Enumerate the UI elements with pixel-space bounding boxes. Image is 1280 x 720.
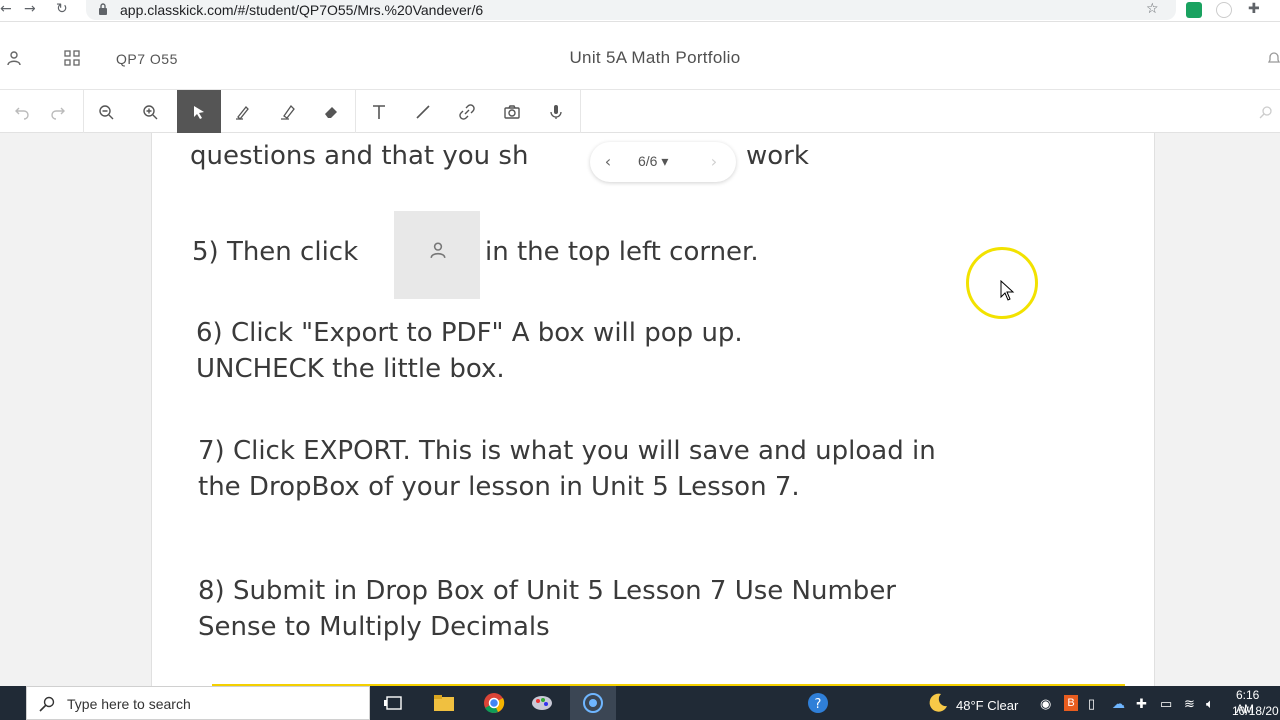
step-8-line-1: 8) Submit in Drop Box of Unit 5 Lesson 7… (198, 576, 897, 606)
zoom-out-icon (99, 104, 114, 119)
tray-network-cloud-icon[interactable]: ☁ (1112, 696, 1125, 712)
microphone-tool-button[interactable] (534, 90, 578, 133)
tray-circle-icon[interactable]: ◉ (1040, 696, 1051, 712)
browser-bar: ← → ↻ app.classkick.com/#/student/QP7O55… (0, 0, 1280, 22)
page-count-dropdown[interactable]: 6/6 ▾ (638, 153, 668, 170)
back-icon[interactable]: ← (0, 1, 12, 17)
pointer-icon (194, 105, 204, 119)
link-tool-button[interactable] (445, 90, 489, 133)
url-text: app.classkick.com/#/student/QP7O55/Mrs.%… (120, 2, 484, 18)
active-app-highlight[interactable] (570, 686, 616, 720)
lock-icon (99, 3, 107, 15)
pointer-tool-button[interactable] (177, 90, 221, 133)
extensions-puzzle-icon[interactable]: ✚ (1248, 1, 1260, 17)
zoom-in-button[interactable] (128, 90, 172, 133)
tray-file-icon[interactable]: ▯ (1088, 696, 1095, 712)
mouse-cursor-icon (1000, 280, 1015, 301)
step-6-line-1: 6) Click "Export to PDF" A box will pop … (196, 318, 743, 348)
camera-icon (504, 104, 520, 119)
step-6-line-2: UNCHECK the little box. (196, 354, 505, 384)
pen-tool-button[interactable] (221, 90, 265, 133)
search-tool-button[interactable] (1244, 90, 1280, 133)
toolbar-divider (580, 90, 581, 133)
file-explorer-icon[interactable] (432, 691, 456, 715)
user-icon-image (394, 211, 480, 299)
text-tool-button[interactable] (357, 90, 401, 133)
chrome-icon[interactable] (482, 691, 506, 715)
extension-green-icon[interactable] (1186, 2, 1202, 18)
zoom-in-icon (143, 104, 158, 119)
eraser-icon (325, 106, 337, 118)
reload-icon[interactable]: ↻ (56, 1, 68, 17)
highlighter-tool-button[interactable] (266, 90, 310, 133)
battery-icon[interactable]: ▭ (1160, 696, 1172, 712)
search-icon (39, 696, 55, 712)
taskbar-search-placeholder: Type here to search (67, 696, 191, 712)
forward-icon[interactable]: → (24, 1, 36, 17)
wifi-icon[interactable]: ≋ (1184, 696, 1195, 712)
tray-dropbox-icon[interactable]: ✚ (1136, 696, 1147, 712)
step-4-text: questions and that you sh (190, 141, 529, 171)
zoom-out-button[interactable] (84, 90, 128, 133)
pen-icon (236, 105, 249, 120)
line-icon (416, 104, 430, 119)
weather-text[interactable]: 48°F Clear (956, 698, 1018, 713)
user-icon (430, 242, 446, 259)
step-5-text: 5) Then click (192, 237, 359, 267)
search-icon (1259, 105, 1272, 118)
volume-icon[interactable]: 🔈︎ (1206, 696, 1214, 712)
eraser-tool-button[interactable] (309, 90, 353, 133)
next-page-button[interactable]: › (704, 152, 724, 172)
undo-icon (15, 107, 29, 120)
help-icon[interactable]: ? (806, 691, 830, 715)
step-5-text-end: in the top left corner. (485, 237, 759, 267)
task-view-icon[interactable] (382, 691, 406, 715)
weather-moon-icon[interactable] (926, 691, 950, 715)
link-icon (459, 103, 475, 120)
tray-brave-icon[interactable]: B (1064, 695, 1078, 711)
page-title: Unit 5A Math Portfolio (569, 48, 741, 67)
redo-icon (51, 107, 65, 120)
redo-button[interactable] (36, 90, 80, 133)
bell-icon[interactable] (1266, 50, 1280, 66)
camera-tool-button[interactable] (490, 90, 534, 133)
taskbar: Type here to search ? 48°F Clear ◉ B ▯ ☁… (0, 686, 1280, 720)
highlighter-icon (281, 104, 295, 120)
microphone-icon (550, 104, 562, 119)
paint-app-icon[interactable] (530, 691, 554, 715)
previous-page-button[interactable]: ‹ (598, 152, 618, 172)
text-icon (373, 104, 385, 119)
app-header: QP7 O55 Unit 5A Math Portfolio (0, 22, 1280, 90)
clock-date[interactable]: 10/18/20 (1232, 704, 1279, 718)
line-tool-button[interactable] (401, 90, 445, 133)
page-navigator: ‹ 6/6 ▾ › (590, 142, 736, 182)
toolbar (0, 90, 1280, 133)
step-7-line-1: 7) Click EXPORT. This is what you will s… (198, 436, 936, 466)
toolbar-divider (355, 90, 356, 133)
step-8-line-2: Sense to Multiply Decimals (198, 612, 550, 642)
extension-plant-icon[interactable] (1216, 2, 1232, 18)
bookmark-star-icon[interactable]: ☆ (1146, 1, 1159, 17)
step-4-text-end: work (746, 141, 809, 171)
screen-recorder-icon (583, 693, 603, 713)
svg-text:?: ? (815, 697, 822, 712)
worksheet-page[interactable]: questions and that you sh work 5) Then c… (151, 133, 1155, 686)
step-7-line-2: the DropBox of your lesson in Unit 5 Les… (198, 472, 800, 502)
taskbar-search[interactable]: Type here to search (26, 686, 370, 720)
address-bar[interactable]: app.classkick.com/#/student/QP7O55/Mrs.%… (86, 0, 1176, 20)
canvas[interactable]: questions and that you sh work 5) Then c… (0, 133, 1280, 686)
